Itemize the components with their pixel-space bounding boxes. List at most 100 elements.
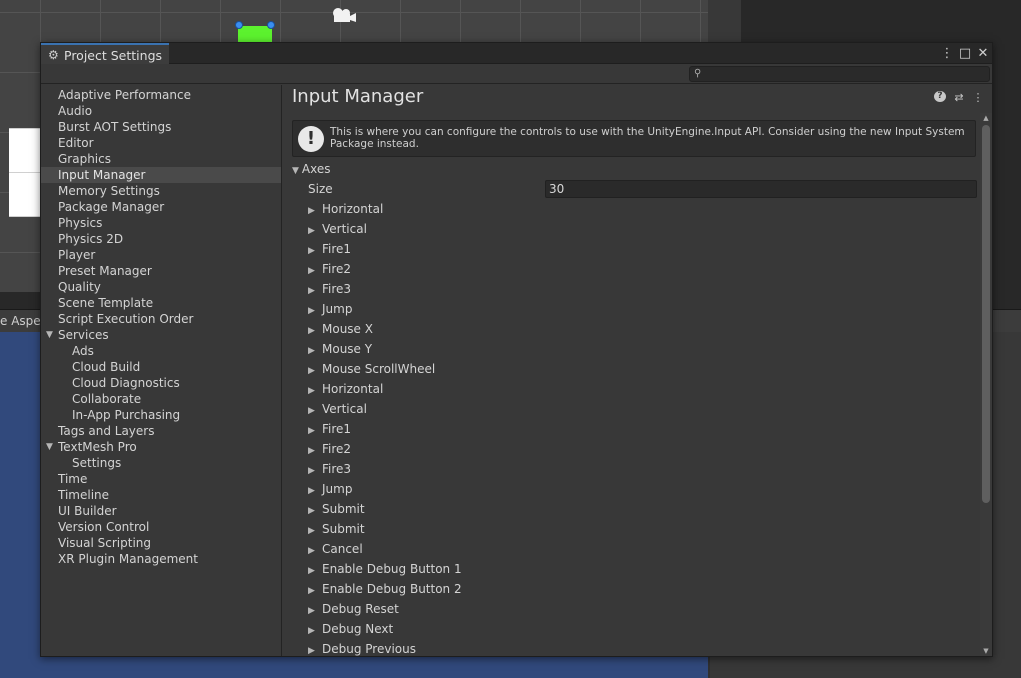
- axis-foldout[interactable]: ▶ Mouse Y: [308, 341, 968, 361]
- sidebar-item-ui-builder[interactable]: UI Builder: [41, 503, 281, 519]
- axis-foldout[interactable]: ▶ Fire3: [308, 461, 968, 481]
- sidebar-item-label: Settings: [72, 456, 122, 470]
- caret-down-icon[interactable]: ▼: [46, 327, 53, 343]
- sidebar-item-adaptive-performance[interactable]: Adaptive Performance: [41, 87, 281, 103]
- info-text: This is where you can configure the cont…: [330, 126, 965, 150]
- search-box[interactable]: ⚲: [689, 66, 990, 82]
- sidebar-item-label: Quality: [58, 280, 101, 294]
- header-icons: ? ⇄ ⋮: [934, 91, 984, 104]
- sidebar-item-label: Input Manager: [58, 168, 146, 182]
- axis-foldout[interactable]: ▶ Submit: [308, 521, 968, 541]
- axis-foldout[interactable]: ▶ Debug Previous: [308, 641, 968, 661]
- close-icon[interactable]: ✕: [976, 46, 990, 61]
- sidebar-item-script-execution-order[interactable]: Script Execution Order: [41, 311, 281, 327]
- axis-label: Jump: [322, 302, 353, 316]
- sidebar-item-label: Visual Scripting: [58, 536, 151, 550]
- axis-foldout[interactable]: ▶ Horizontal: [308, 381, 968, 401]
- axis-foldout[interactable]: ▶ Debug Next: [308, 621, 968, 641]
- size-field[interactable]: [545, 180, 977, 198]
- axis-foldout[interactable]: ▶ Mouse ScrollWheel: [308, 361, 968, 381]
- maximize-icon[interactable]: □: [958, 46, 972, 61]
- axis-foldout[interactable]: ▶ Cancel: [308, 541, 968, 561]
- sidebar-item-label: Preset Manager: [58, 264, 152, 278]
- axis-foldout[interactable]: ▶ Enable Debug Button 1: [308, 561, 968, 581]
- caret-right-icon: ▶: [308, 206, 315, 216]
- axis-foldout[interactable]: ▶ Fire1: [308, 421, 968, 441]
- sidebar-item-editor[interactable]: Editor: [41, 135, 281, 151]
- axis-label: Vertical: [322, 222, 367, 236]
- axis-foldout[interactable]: ▶ Debug Reset: [308, 601, 968, 621]
- info-icon: !: [298, 126, 324, 152]
- vertical-scrollbar[interactable]: ▲ ▼: [980, 113, 992, 656]
- axes-list: ▶ Horizontal ▶ Vertical ▶ Fire1 ▶ Fire2 ▶ Fire3 ▶ J…: [308, 201, 968, 661]
- project-settings-tab[interactable]: ⚙ Project Settings: [41, 43, 169, 65]
- search-input[interactable]: [708, 67, 986, 81]
- window-titlebar[interactable]: ⚙ Project Settings ⋮ □ ✕: [41, 43, 992, 65]
- sidebar-item-timeline[interactable]: Timeline: [41, 487, 281, 503]
- sidebar-item-visual-scripting[interactable]: Visual Scripting: [41, 535, 281, 551]
- scrollbar-thumb[interactable]: [982, 125, 990, 503]
- sidebar-item-package-manager[interactable]: Package Manager: [41, 199, 281, 215]
- more-options-icon[interactable]: ⋮: [940, 46, 954, 61]
- axis-foldout[interactable]: ▶ Submit: [308, 501, 968, 521]
- sidebar-item-time[interactable]: Time: [41, 471, 281, 487]
- axis-foldout[interactable]: ▶ Enable Debug Button 2: [308, 581, 968, 601]
- sidebar-item-settings[interactable]: Settings: [41, 455, 281, 471]
- caret-right-icon: ▶: [308, 386, 315, 396]
- preset-icon[interactable]: ⇄: [953, 91, 965, 104]
- sidebar-item-label: Time: [58, 472, 88, 486]
- transform-handle[interactable]: [267, 21, 275, 29]
- transform-handle[interactable]: [235, 21, 243, 29]
- sidebar-item-preset-manager[interactable]: Preset Manager: [41, 263, 281, 279]
- sidebar-item-cloud-diagnostics[interactable]: Cloud Diagnostics: [41, 375, 281, 391]
- axis-foldout[interactable]: ▶ Fire1: [308, 241, 968, 261]
- caret-right-icon: ▶: [308, 566, 315, 576]
- help-icon[interactable]: ?: [934, 91, 946, 102]
- sidebar-item-services[interactable]: ▼ Services: [41, 327, 281, 343]
- caret-down-icon[interactable]: ▼: [46, 439, 53, 455]
- sidebar-item-tags-and-layers[interactable]: Tags and Layers: [41, 423, 281, 439]
- axis-foldout[interactable]: ▶ Fire3: [308, 281, 968, 301]
- sidebar-item-quality[interactable]: Quality: [41, 279, 281, 295]
- axis-foldout[interactable]: ▶ Vertical: [308, 401, 968, 421]
- axis-foldout[interactable]: ▶ Jump: [308, 301, 968, 321]
- sidebar-item-burst-aot-settings[interactable]: Burst AOT Settings: [41, 119, 281, 135]
- sidebar-item-graphics[interactable]: Graphics: [41, 151, 281, 167]
- sidebar-item-xr-plugin-management[interactable]: XR Plugin Management: [41, 551, 281, 567]
- sidebar-item-audio[interactable]: Audio: [41, 103, 281, 119]
- caret-right-icon: ▶: [308, 366, 315, 376]
- axis-foldout[interactable]: ▶ Fire2: [308, 261, 968, 281]
- sidebar-item-ads[interactable]: Ads: [41, 343, 281, 359]
- sidebar-item-player[interactable]: Player: [41, 247, 281, 263]
- sidebar-item-input-manager[interactable]: Input Manager: [41, 167, 281, 183]
- caret-down-icon: ▼: [292, 166, 299, 176]
- scene-white-object[interactable]: [9, 128, 43, 217]
- axes-foldout[interactable]: ▼ Axes: [292, 161, 331, 177]
- axis-foldout[interactable]: ▶ Jump: [308, 481, 968, 501]
- sidebar-item-physics[interactable]: Physics: [41, 215, 281, 231]
- sidebar-item-cloud-build[interactable]: Cloud Build: [41, 359, 281, 375]
- axis-foldout[interactable]: ▶ Fire2: [308, 441, 968, 461]
- caret-right-icon: ▶: [308, 586, 315, 596]
- axis-foldout[interactable]: ▶ Mouse X: [308, 321, 968, 341]
- scroll-down-icon[interactable]: ▼: [980, 646, 992, 656]
- axis-foldout[interactable]: ▶ Horizontal: [308, 201, 968, 221]
- axis-foldout[interactable]: ▶ Vertical: [308, 221, 968, 241]
- sidebar-item-memory-settings[interactable]: Memory Settings: [41, 183, 281, 199]
- sidebar-item-scene-template[interactable]: Scene Template: [41, 295, 281, 311]
- sidebar-item-label: XR Plugin Management: [58, 552, 198, 566]
- sidebar-item-label: Package Manager: [58, 200, 165, 214]
- sidebar-item-version-control[interactable]: Version Control: [41, 519, 281, 535]
- sidebar-item-collaborate[interactable]: Collaborate: [41, 391, 281, 407]
- sidebar-item-in-app-purchasing[interactable]: In-App Purchasing: [41, 407, 281, 423]
- gear-icon: ⚙: [48, 48, 59, 62]
- context-menu-icon[interactable]: ⋮: [972, 91, 984, 104]
- axis-label: Fire1: [322, 422, 352, 436]
- sidebar-item-physics-2d[interactable]: Physics 2D: [41, 231, 281, 247]
- window-controls: ⋮ □ ✕: [940, 43, 990, 64]
- sidebar-item-textmesh-pro[interactable]: ▼ TextMesh Pro: [41, 439, 281, 455]
- caret-right-icon: ▶: [308, 626, 315, 636]
- tab-title: Project Settings: [64, 47, 163, 63]
- scroll-up-icon[interactable]: ▲: [980, 113, 992, 123]
- camera-gizmo-icon[interactable]: [330, 6, 356, 24]
